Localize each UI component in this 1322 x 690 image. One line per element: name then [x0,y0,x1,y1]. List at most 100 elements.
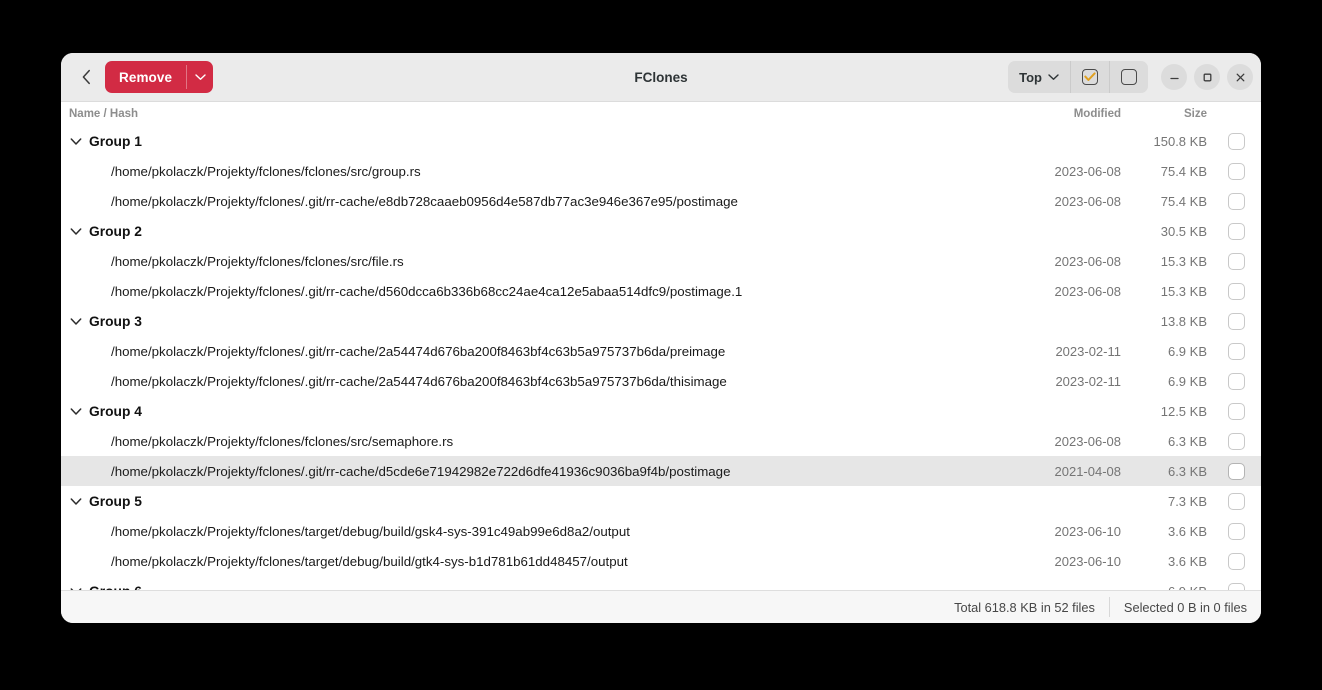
cell-modified: 2023-06-10 [1054,553,1122,569]
cell-modified: 2023-06-08 [1054,433,1122,449]
file-row[interactable]: /home/pkolaczk/Projekty/fclones/fclones/… [61,246,1261,276]
cell-checkbox [1211,192,1261,210]
file-path-label: /home/pkolaczk/Projekty/fclones/.git/rr-… [111,283,743,299]
cell-checkbox [1211,552,1261,570]
select-checked-toggle[interactable] [1071,61,1110,93]
cell-size: 150.8 KB [1153,133,1208,149]
cell-size: 15.3 KB [1160,283,1207,299]
remove-button[interactable]: Remove [105,61,186,93]
checkbox-unchecked-icon[interactable] [1227,552,1245,570]
chevron-down-icon[interactable] [67,137,85,146]
file-row[interactable]: /home/pkolaczk/Projekty/fclones/.git/rr-… [61,186,1261,216]
file-row[interactable]: /home/pkolaczk/Projekty/fclones/.git/rr-… [61,336,1261,366]
checkbox-unchecked-icon[interactable] [1227,432,1245,450]
checkbox-checked-icon [1082,69,1098,85]
cell-size: 6.9 KB [1121,584,1211,591]
group-row[interactable]: Group 2 30.5 KB [61,216,1261,246]
cell-checkbox [1211,282,1261,300]
chevron-down-icon[interactable] [67,587,85,590]
checkbox-unchecked-icon[interactable] [1227,222,1245,240]
group-label: Group 1 [89,133,142,149]
cell-size: 12.5 KB [1160,403,1207,419]
select-unchecked-toggle[interactable] [1110,61,1148,93]
cell-modified: 2023-06-08 [1054,283,1122,299]
column-header-row: Name / Hash Modified Size [61,102,1261,126]
maximize-icon [1203,73,1211,81]
cell-checkbox [1211,312,1261,330]
cell-checkbox [1211,222,1261,240]
minimize-button[interactable] [1161,64,1187,90]
column-header-name[interactable]: Name / Hash [67,108,993,120]
cell-checkbox [1211,162,1261,180]
checkbox-unchecked-icon[interactable] [1227,582,1245,590]
group-row[interactable]: Group 1 150.8 KB [61,126,1261,156]
cell-checkbox [1211,132,1261,150]
remove-dropdown-button[interactable] [187,61,213,93]
cell-checkbox [1211,582,1261,590]
desktop-background: Remove FClones Top Name / Hash Modified … [0,0,1322,690]
checkbox-unchecked-icon[interactable] [1227,522,1245,540]
cell-modified: 2023-02-11 [1055,373,1121,389]
cell-size: 15.3 KB [1160,253,1207,269]
checkbox-unchecked-icon[interactable] [1227,402,1245,420]
chevron-down-icon[interactable] [67,317,85,326]
file-path-label: /home/pkolaczk/Projekty/fclones/.git/rr-… [111,373,727,389]
cell-size: 75.4 KB [1160,163,1207,179]
group-label: Group 2 [89,223,142,239]
cell-size: 30.5 KB [1160,223,1207,239]
cell-name: Group 2 [61,224,993,239]
sort-order-select[interactable]: Top [1008,61,1071,93]
headerbar-right-controls: Top [1008,61,1253,93]
group-label: Group 3 [89,313,142,329]
checkbox-unchecked-icon[interactable] [1227,342,1245,360]
group-label: Group 5 [89,493,142,509]
cell-name: /home/pkolaczk/Projekty/fclones/fclones/… [61,164,993,179]
file-row[interactable]: /home/pkolaczk/Projekty/fclones/fclones/… [61,156,1261,186]
group-row[interactable]: Group 3 13.8 KB [61,306,1261,336]
cell-size: 3.6 KB [1167,553,1207,569]
cell-name: Group 1 [61,134,993,149]
chevron-down-icon[interactable] [67,407,85,416]
cell-modified: 2023-02-11 [1055,343,1121,359]
checkbox-unchecked-icon[interactable] [1227,312,1245,330]
cell-name: Group 5 [61,494,993,509]
group-row[interactable]: Group 5 7.3 KB [61,486,1261,516]
file-path-label: /home/pkolaczk/Projekty/fclones/.git/rr-… [111,343,726,359]
file-row[interactable]: /home/pkolaczk/Projekty/fclones/fclones/… [61,426,1261,456]
duplicate-groups-list[interactable]: Group 1 150.8 KB/home/pkolaczk/Projekty/f… [61,126,1261,590]
cell-size: 3.6 KB [1167,523,1207,539]
group-label: Group 4 [89,403,142,419]
sort-order-label: Top [1019,69,1042,85]
cell-size: 6.3 KB [1167,463,1207,479]
cell-checkbox [1211,342,1261,360]
status-selected: Selected 0 B in 0 files [1123,599,1247,615]
checkbox-unchecked-icon[interactable] [1227,162,1245,180]
checkbox-unchecked-icon[interactable] [1227,492,1245,510]
cell-checkbox [1211,432,1261,450]
maximize-button[interactable] [1194,64,1220,90]
view-controls-group: Top [1008,61,1148,93]
file-row[interactable]: /home/pkolaczk/Projekty/fclones/.git/rr-… [61,276,1261,306]
cell-modified: 2023-06-08 [1054,163,1122,179]
checkbox-unchecked-icon[interactable] [1227,252,1245,270]
file-row[interactable]: /home/pkolaczk/Projekty/fclones/.git/rr-… [61,456,1261,486]
cell-checkbox [1211,252,1261,270]
file-row[interactable]: /home/pkolaczk/Projekty/fclones/target/d… [61,516,1261,546]
file-row[interactable]: /home/pkolaczk/Projekty/fclones/target/d… [61,546,1261,576]
back-button[interactable] [71,62,101,92]
column-header-size[interactable]: Size [1121,108,1211,120]
chevron-down-icon[interactable] [67,227,85,236]
checkbox-unchecked-icon[interactable] [1227,132,1245,150]
checkbox-unchecked-icon[interactable] [1227,462,1245,480]
checkbox-unchecked-icon [1121,69,1137,85]
group-row[interactable]: Group 4 12.5 KB [61,396,1261,426]
cell-checkbox [1211,372,1261,390]
checkbox-unchecked-icon[interactable] [1227,282,1245,300]
chevron-down-icon[interactable] [67,497,85,506]
checkbox-unchecked-icon[interactable] [1227,372,1245,390]
file-row[interactable]: /home/pkolaczk/Projekty/fclones/.git/rr-… [61,366,1261,396]
checkbox-unchecked-icon[interactable] [1227,192,1245,210]
close-button[interactable] [1227,64,1253,90]
column-header-modified[interactable]: Modified [993,108,1121,120]
group-row[interactable]: Group 6 6.9 KB [61,576,1261,590]
